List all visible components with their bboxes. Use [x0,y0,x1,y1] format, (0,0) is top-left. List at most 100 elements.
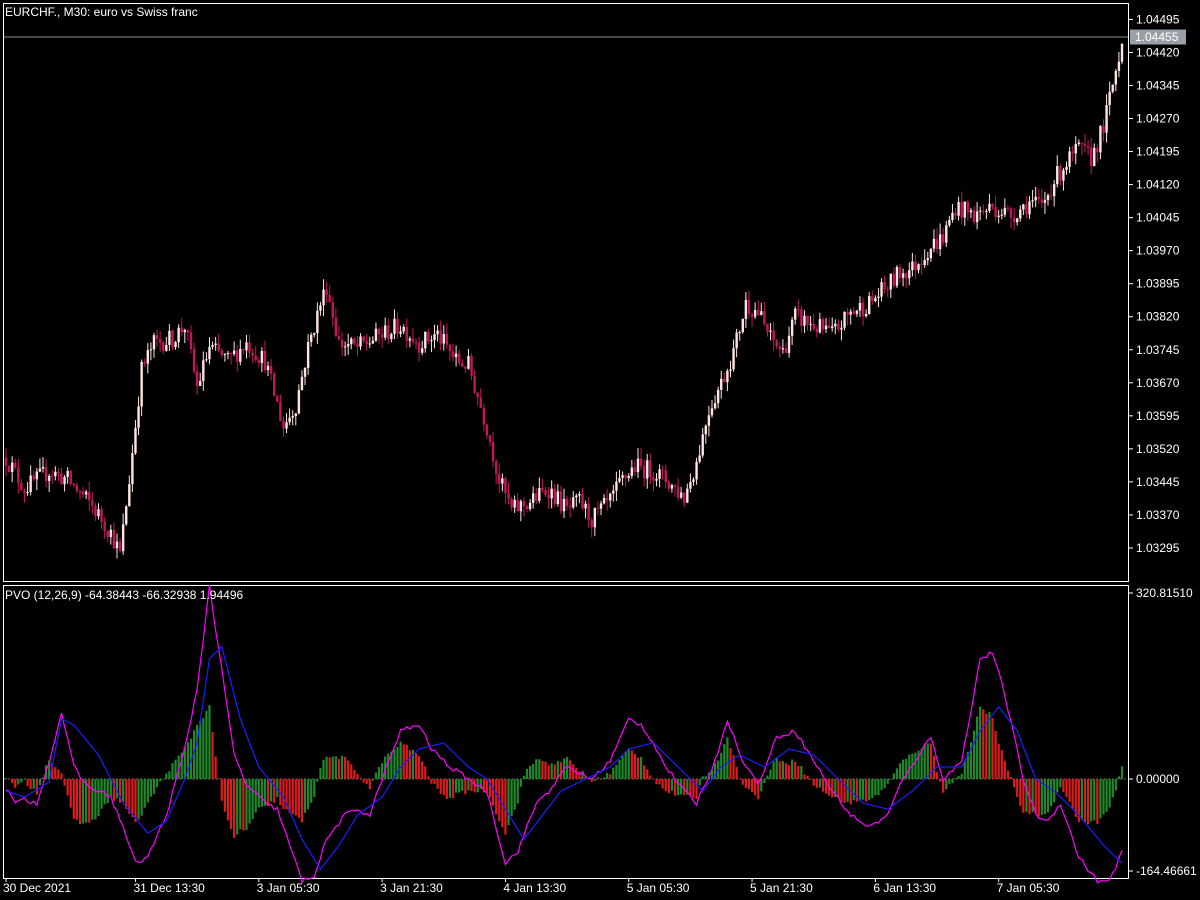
histogram-bar [1046,779,1050,813]
candle-body [282,421,285,429]
time-tick-label: 3 Jan 21:30 [380,881,443,895]
histogram-bar [100,779,103,809]
histogram-bar [152,779,156,794]
candle-body [467,355,470,369]
histogram-bar [159,779,162,782]
candle-body [1059,166,1062,181]
candle-body [417,342,421,353]
histogram-bar [658,779,661,785]
candle-body [411,338,415,343]
histogram-bar [797,766,800,780]
candle-body [343,346,347,348]
histogram-bar [939,779,942,782]
candle-body [23,490,26,494]
candle-body [1074,143,1077,154]
candle-body [757,309,760,315]
candle-body [149,349,153,351]
candle-body [94,505,97,517]
histogram-bar [636,757,640,780]
price-tick-label: 1.04195 [1136,145,1180,159]
candle-body [683,492,686,503]
histogram-bar [948,779,951,784]
histogram-bar [602,777,606,780]
histogram-bar [578,771,581,780]
histogram-bar [994,730,997,780]
histogram-bar [689,779,692,796]
histogram-bar [473,779,476,793]
histogram-bar [510,779,513,816]
time-tick-label: 7 Jan 05:30 [997,881,1060,895]
histogram-bar [85,779,88,823]
histogram-bar [491,779,495,806]
candle-body [346,344,350,347]
candle-body [790,319,794,336]
histogram-bar [741,779,744,785]
histogram-bar [1012,779,1016,788]
histogram-bar [75,779,79,820]
candle-body [809,323,812,325]
candle-body [815,328,818,333]
histogram-bar [427,776,430,780]
candle-body [328,295,331,303]
candle-body [800,309,803,326]
candle-body [914,261,917,271]
candle-body [97,509,100,517]
candle-body [485,424,489,436]
candle-body [1040,199,1044,203]
histogram-bar [1111,779,1114,798]
price-tick-label: 1.03970 [1136,244,1180,258]
candle-body [553,488,556,504]
histogram-bar [815,779,818,788]
candle-body [69,470,72,484]
candle-body [874,297,877,302]
histogram-bar [843,779,846,803]
candle-body [991,203,994,208]
candle-body [1019,209,1022,219]
candle-body [575,495,578,498]
candle-body [772,330,775,341]
candle-body [47,475,51,481]
candle-body [162,342,165,351]
candle-body [821,319,825,330]
histogram-bar [495,779,498,815]
candle-body [177,327,180,343]
candle-body [152,335,156,350]
histogram-bar [374,772,378,780]
histogram-bar [233,779,236,838]
candle-body [750,314,754,317]
candle-body [676,486,680,498]
histogram-bar [698,779,701,786]
histogram-bar [226,779,230,821]
candle-body [661,469,664,471]
histogram-bar [32,779,35,789]
candle-body [383,325,387,338]
histogram-bar [979,706,982,780]
histogram-bar [991,717,994,780]
histogram-bar [794,761,797,780]
histogram-bar [908,754,911,780]
histogram-bar [1083,779,1087,822]
candle-body [350,338,353,345]
candle-body [982,210,985,212]
price-tick-label: 1.04495 [1136,12,1180,26]
candle-body [1062,170,1065,181]
histogram-bar [754,779,757,796]
candle-body [1009,208,1013,218]
histogram-bar [676,779,680,796]
histogram-bar [590,779,593,782]
candle-body [310,334,313,342]
histogram-bar [365,779,368,785]
indicator-tick-label: -164.46661 [1136,864,1197,878]
histogram-bar [359,777,362,780]
candle-body [17,467,20,483]
histogram-bar [14,779,17,788]
candle-body [541,488,544,490]
histogram-bar [353,769,356,780]
histogram-bar [858,779,862,801]
candle-body [504,478,507,494]
candle-body [131,453,134,485]
candle-body [948,219,951,226]
candle-body [858,302,862,311]
candle-body [1105,105,1108,133]
candle-body [917,264,920,271]
